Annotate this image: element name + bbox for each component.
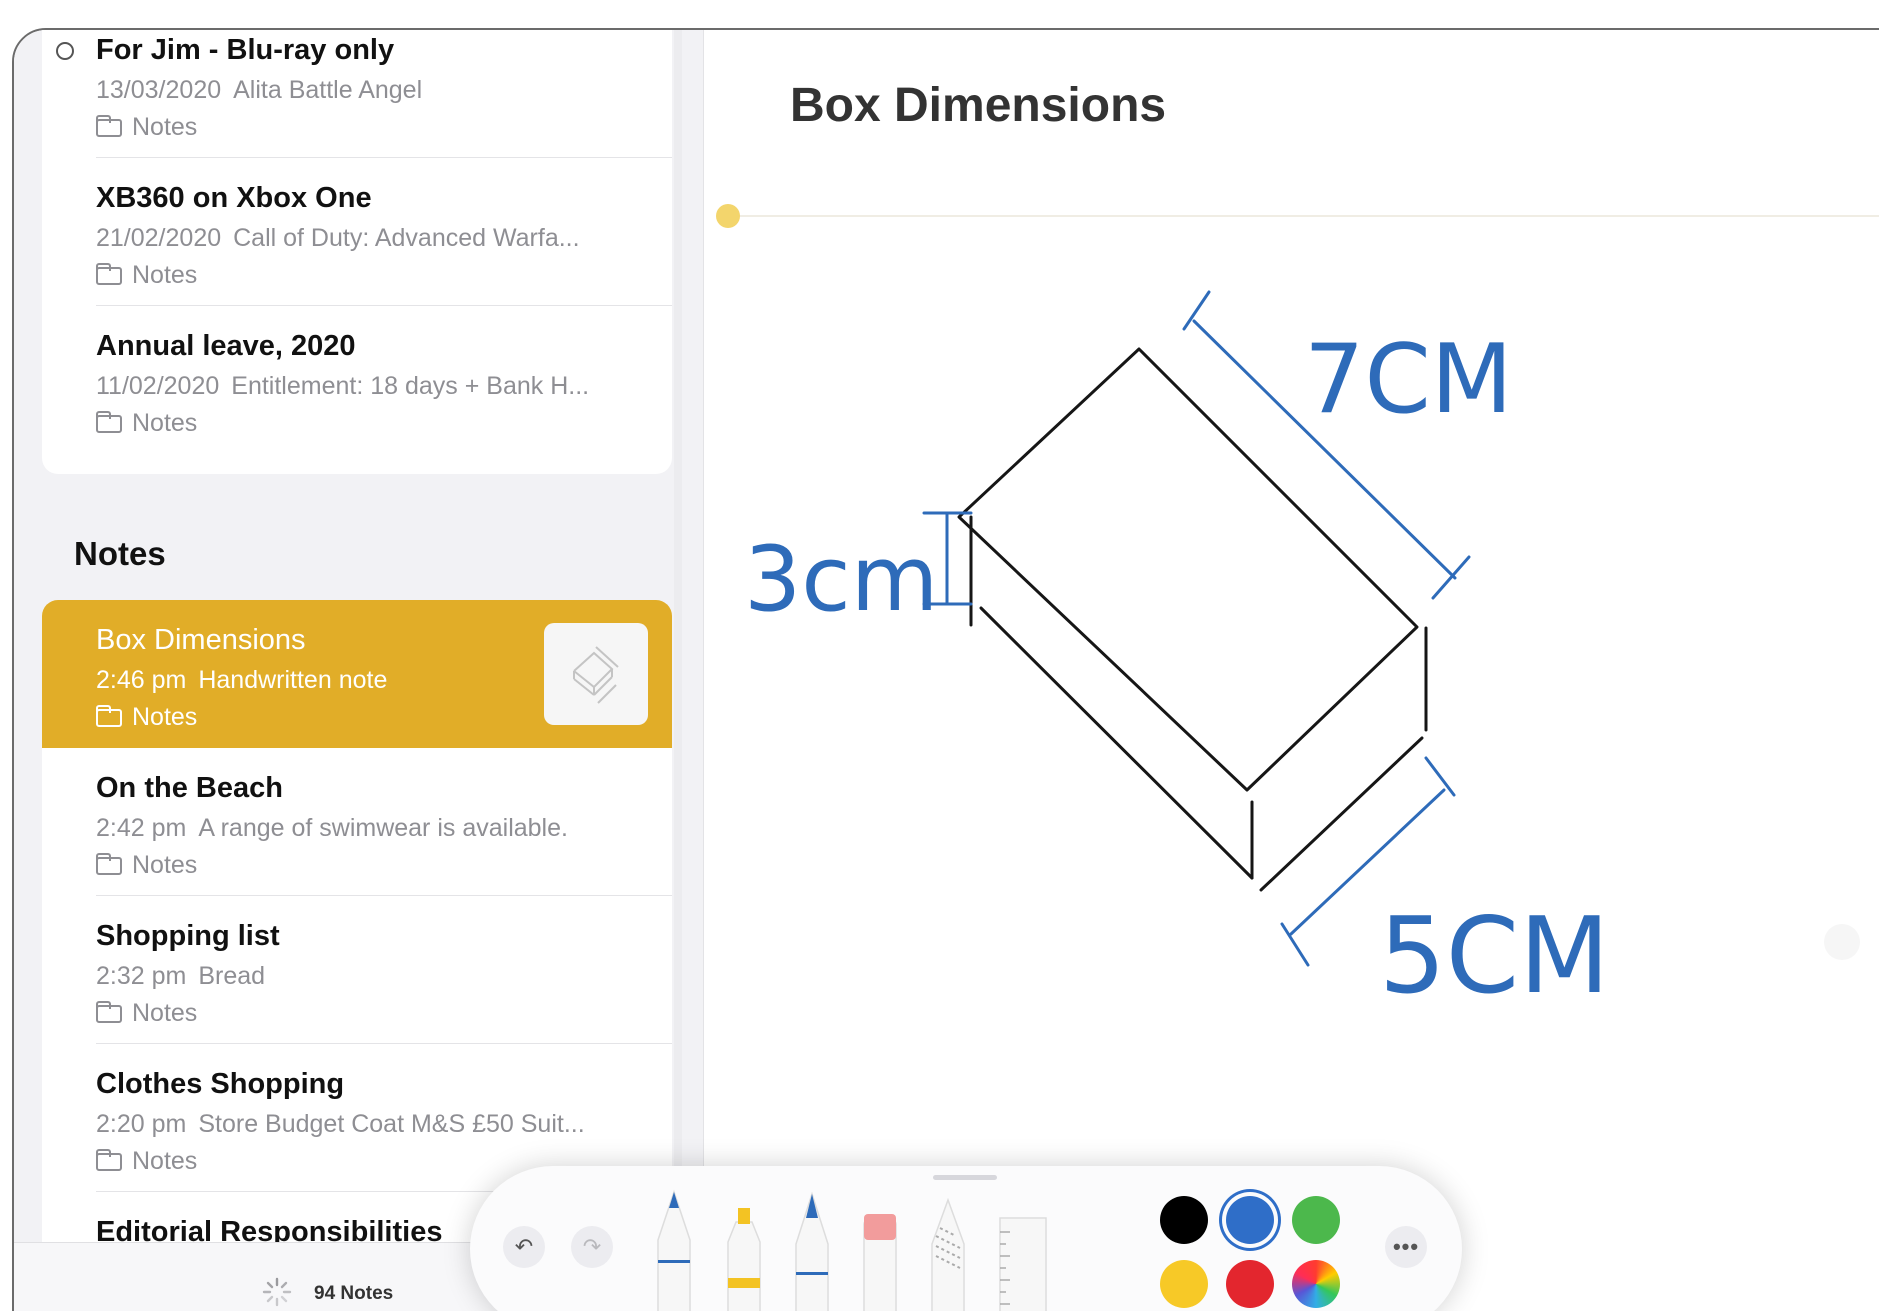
note-title: On the Beach <box>96 772 283 804</box>
note-folder: Notes <box>96 999 197 1028</box>
pinned-notes-group: For Jim - Blu-ray only 13/03/2020 Alita B… <box>42 30 672 474</box>
note-meta: 11/02/2020 Entitlement: 18 days + Bank H.… <box>96 372 589 401</box>
note-preview: Entitlement: 18 days + Bank H... <box>231 372 590 400</box>
note-title: For Jim - Blu-ray only <box>96 34 395 66</box>
note-title: Shopping list <box>96 920 280 952</box>
note-meta: 2:32 pm Bread <box>96 962 265 991</box>
color-blue[interactable] <box>1226 1196 1274 1244</box>
note-editor[interactable]: Box Dimensions 3cm 7CM 5CM <box>704 30 1879 1311</box>
color-wheel-icon[interactable] <box>1292 1260 1340 1308</box>
folder-label: Notes <box>132 851 198 879</box>
note-preview: Store Budget Coat M&S £50 Suit... <box>198 1110 585 1138</box>
spinner-icon <box>262 1277 292 1307</box>
note-preview: Alita Battle Angel <box>233 76 423 104</box>
note-folder: Notes <box>96 1147 197 1176</box>
note-date: 13/03/2020 <box>96 76 222 104</box>
note-date: 2:20 pm <box>96 1110 187 1138</box>
note-date: 2:46 pm <box>96 666 187 694</box>
sketch-thumbnail-icon <box>573 646 619 704</box>
dimension-labels: 3cm 7CM 5CM <box>744 325 1610 1017</box>
drawing-tools <box>657 1189 1047 1311</box>
note-preview: Handwritten note <box>198 666 388 694</box>
note-title: Annual leave, 2020 <box>96 330 356 362</box>
color-green[interactable] <box>1292 1196 1340 1244</box>
notes-sidebar: For Jim - Blu-ray only 13/03/2020 Alita B… <box>14 30 704 1311</box>
note-folder: Notes <box>96 703 197 732</box>
note-meta: 2:20 pm Store Budget Coat M&S £50 Suit... <box>96 1110 585 1139</box>
pin-icon <box>56 42 74 60</box>
note-date: 2:42 pm <box>96 814 187 842</box>
folder-label: Notes <box>132 703 198 731</box>
note-preview: Bread <box>198 962 266 990</box>
ipad-frame: For Jim - Blu-ray only 13/03/2020 Alita B… <box>12 28 1879 1311</box>
lasso-tool[interactable] <box>931 1197 965 1311</box>
folder-label: Notes <box>132 113 198 141</box>
folder-label: Notes <box>132 1147 198 1175</box>
redo-icon[interactable]: ↷ <box>571 1226 613 1268</box>
undo-icon[interactable]: ↶ <box>503 1226 545 1268</box>
folder-label: Notes <box>132 999 198 1027</box>
palette-grabber[interactable] <box>933 1175 997 1180</box>
note-meta: 13/03/2020 Alita Battle Angel <box>96 76 422 105</box>
note-meta: 21/02/2020 Call of Duty: Advanced Warfa..… <box>96 224 580 253</box>
folder-icon <box>96 1000 122 1023</box>
height-label: 3cm <box>744 527 938 632</box>
note-preview: Call of Duty: Advanced Warfa... <box>233 224 580 252</box>
note-meta: 2:42 pm A range of swimwear is available. <box>96 814 568 843</box>
length-label: 7CM <box>1304 325 1513 435</box>
ruler-tool[interactable] <box>999 1217 1047 1311</box>
color-black[interactable] <box>1160 1196 1208 1244</box>
note-date: 2:32 pm <box>96 962 187 990</box>
list-item[interactable]: On the Beach 2:42 pm A range of swimwear … <box>42 748 672 896</box>
more-icon[interactable]: ••• <box>1385 1226 1427 1268</box>
list-item[interactable]: For Jim - Blu-ray only 13/03/2020 Alita B… <box>42 30 672 158</box>
drawing-canvas[interactable]: 3cm 7CM 5CM <box>704 30 1879 1130</box>
width-label: 5CM <box>1379 895 1610 1017</box>
pen-tool[interactable] <box>657 1189 691 1311</box>
note-preview: A range of swimwear is available. <box>198 814 568 842</box>
notes-count: 94 Notes <box>314 1283 394 1304</box>
folder-icon <box>96 1148 122 1171</box>
scroll-indicator[interactable] <box>1824 924 1860 960</box>
list-item[interactable]: Annual leave, 2020 11/02/2020 Entitlement… <box>42 306 672 454</box>
folder-icon <box>96 262 122 285</box>
note-folder: Notes <box>96 261 197 290</box>
folder-label: Notes <box>132 261 198 289</box>
eraser-tool[interactable] <box>863 1214 897 1311</box>
note-folder: Notes <box>96 851 197 880</box>
folder-icon <box>96 704 122 727</box>
list-item-selected[interactable]: Box Dimensions 2:46 pm Handwritten note N… <box>42 600 672 748</box>
note-title: XB360 on Xbox One <box>96 182 372 214</box>
note-title: Box Dimensions <box>96 624 306 656</box>
note-date: 11/02/2020 <box>96 372 220 400</box>
folder-icon <box>96 410 122 433</box>
list-item[interactable]: XB360 on Xbox One 21/02/2020 Call of Duty… <box>42 158 672 306</box>
pencil-tool[interactable] <box>795 1191 829 1311</box>
note-title: Clothes Shopping <box>96 1068 345 1100</box>
section-heading: Notes <box>74 535 166 572</box>
folder-label: Notes <box>132 409 198 437</box>
note-date: 21/02/2020 <box>96 224 222 252</box>
note-thumbnail <box>544 623 648 725</box>
folder-icon <box>96 852 122 875</box>
sidebar-scroll-track <box>674 30 682 1311</box>
folder-icon <box>96 114 122 137</box>
marker-tool[interactable] <box>727 1208 761 1311</box>
color-red[interactable] <box>1226 1260 1274 1308</box>
tool-palette: ↶ ↷ ••• <box>470 1166 1462 1311</box>
note-folder: Notes <box>96 113 197 142</box>
color-yellow[interactable] <box>1160 1260 1208 1308</box>
note-folder: Notes <box>96 409 197 438</box>
note-meta: 2:46 pm Handwritten note <box>96 666 387 695</box>
list-item[interactable]: Shopping list 2:32 pm Bread Notes <box>42 896 672 1044</box>
